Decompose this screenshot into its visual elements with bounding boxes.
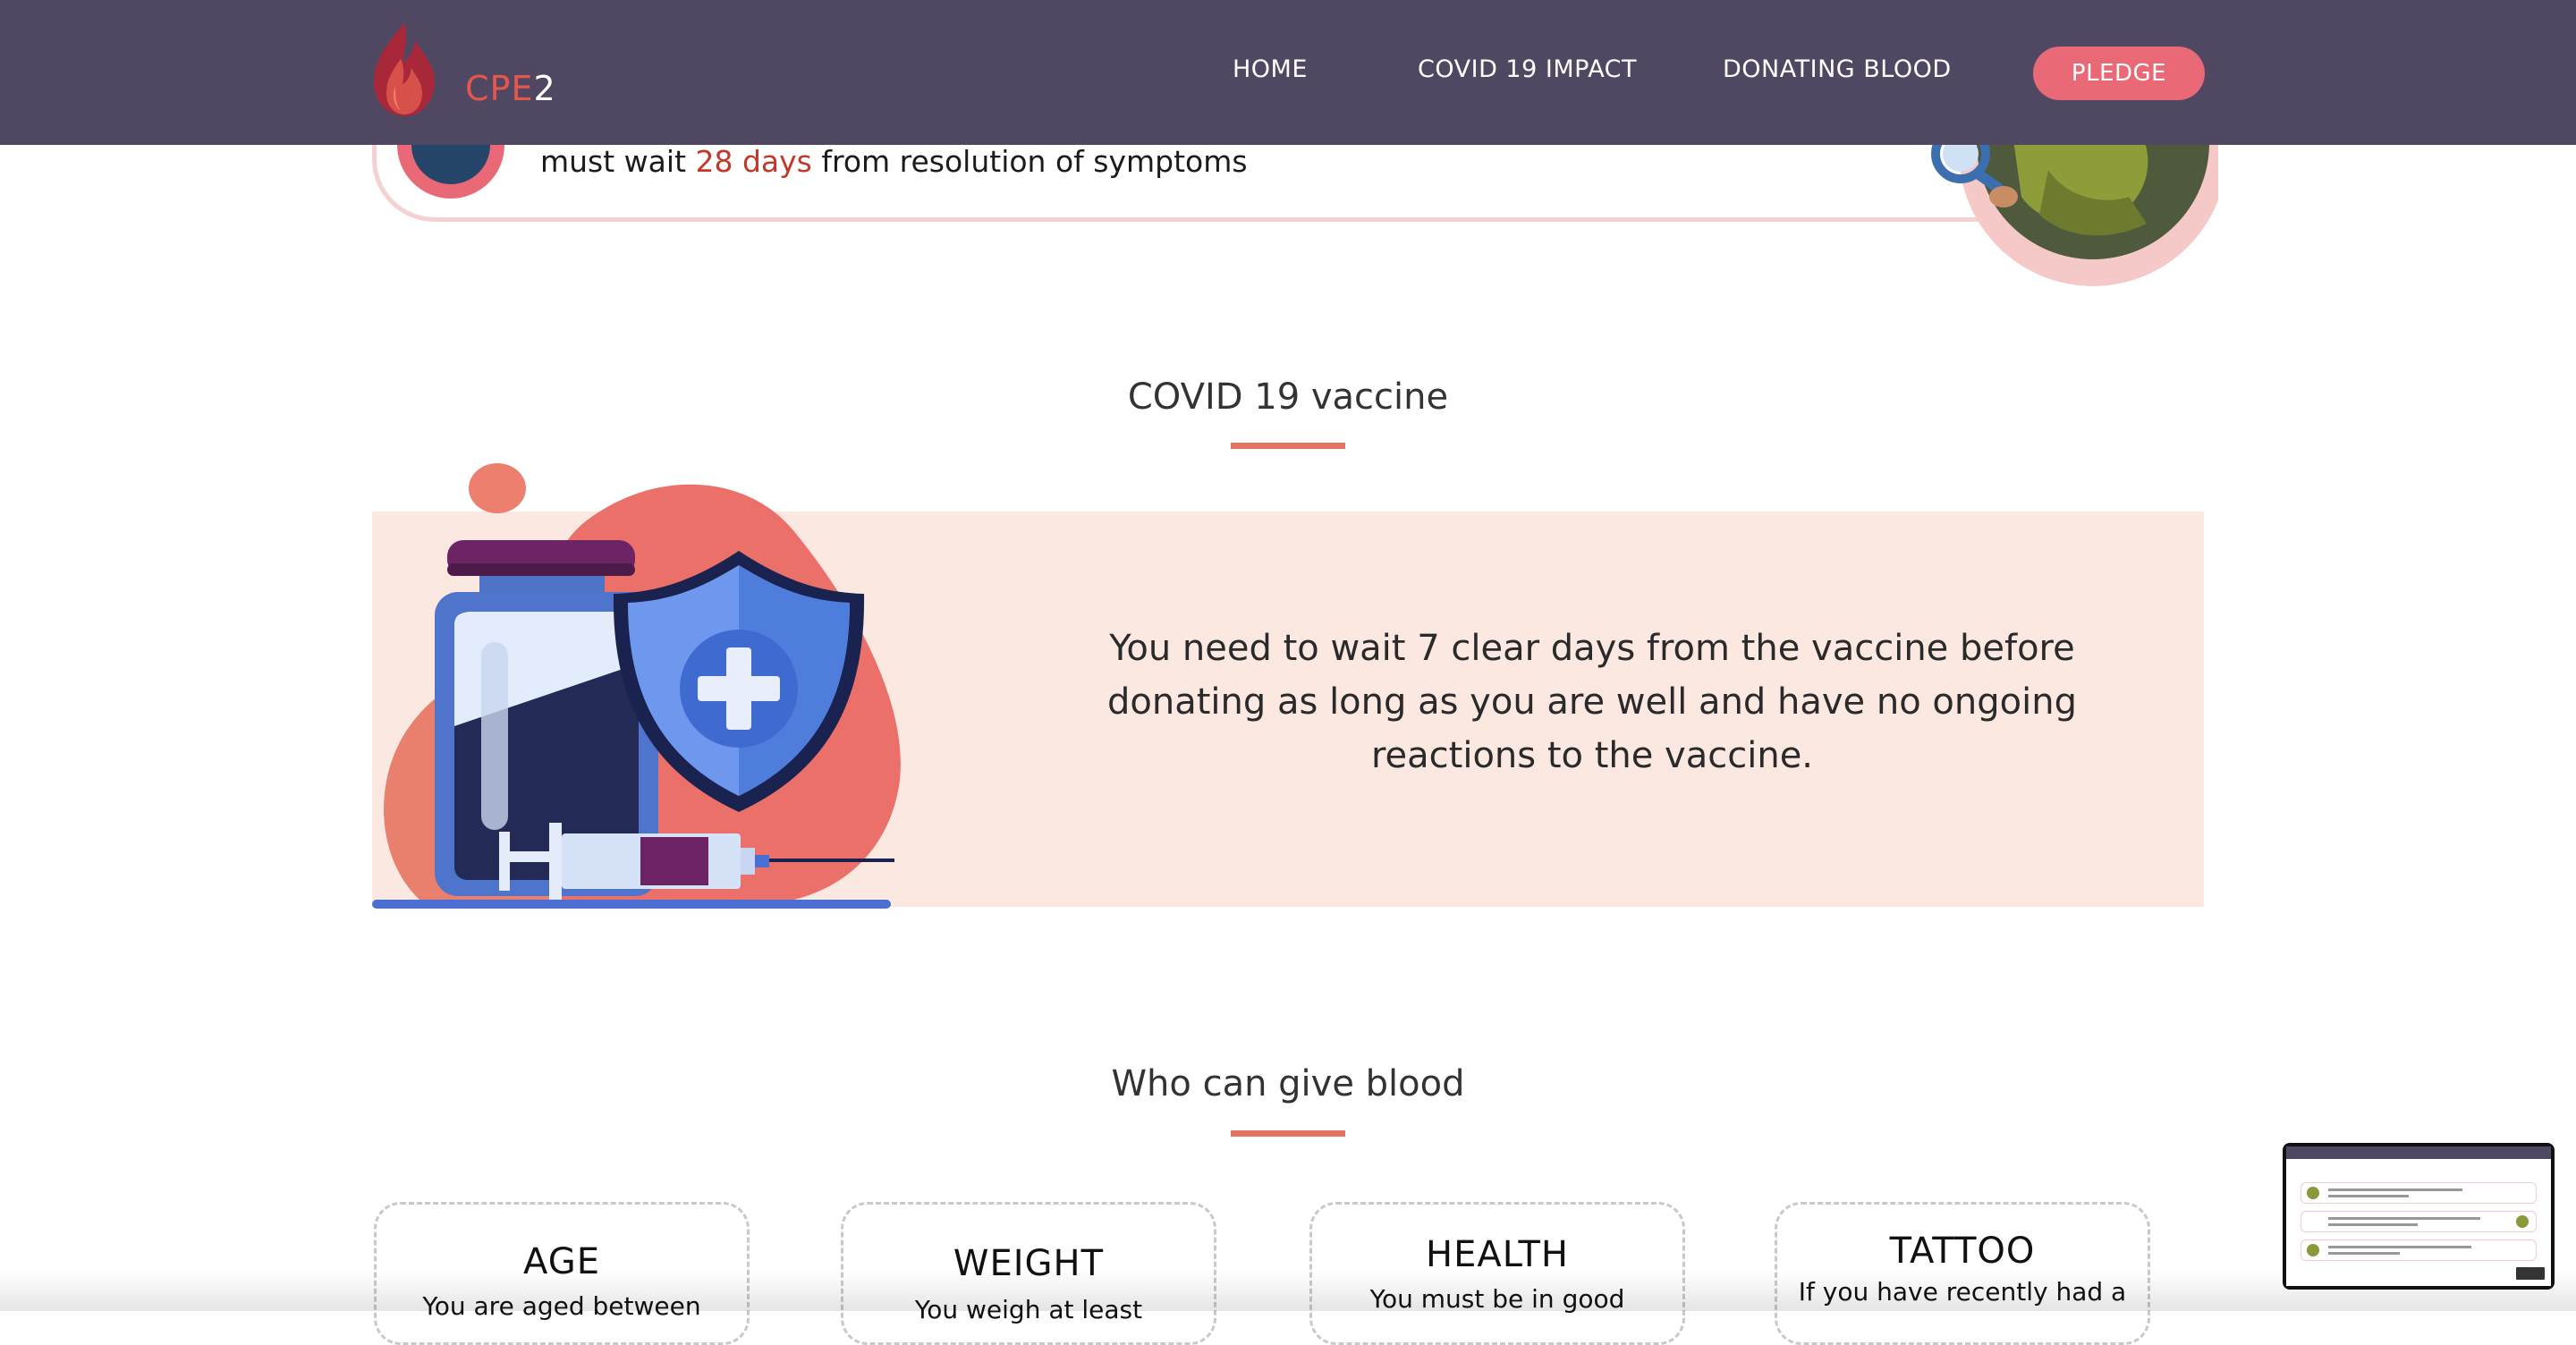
card-weight-text: You weigh at least	[914, 1295, 1143, 1324]
card-weight-title: WEIGHT	[953, 1243, 1105, 1284]
pip-row-dot	[2307, 1244, 2319, 1256]
vaccine-wait-text: You need to wait 7 clear days from the v…	[1107, 628, 2077, 776]
pip-row-dot	[2516, 1215, 2529, 1228]
recovery-days-highlight: 28 days	[695, 144, 812, 179]
pip-row	[2301, 1182, 2537, 1204]
pip-expand-button[interactable]	[2515, 1266, 2546, 1281]
card-health: HEALTH You must be in good	[1309, 1202, 1685, 1345]
pip-row-line	[2328, 1189, 2462, 1191]
pledge-button[interactable]: PLEDGE	[2033, 47, 2205, 100]
nav-donating-blood[interactable]: DONATING BLOOD	[1723, 54, 1952, 86]
vaccine-title-underline	[1231, 443, 1345, 449]
brand-name-part2: 2	[533, 69, 556, 108]
card-weight: WEIGHT You weigh at least	[841, 1202, 1216, 1345]
pip-row-dot	[2307, 1187, 2319, 1199]
pip-row	[2301, 1239, 2537, 1261]
who-title-underline	[1231, 1130, 1345, 1137]
pip-row-line	[2328, 1223, 2418, 1226]
card-age-text: You are aged between	[422, 1291, 701, 1321]
brand-name[interactable]: CPE2	[465, 68, 556, 109]
card-age-title: AGE	[523, 1241, 600, 1282]
pip-row-line	[2328, 1246, 2471, 1248]
pip-row-line	[2328, 1195, 2409, 1197]
pip-header	[2286, 1146, 2551, 1159]
site-header: CPE2 HOME COVID 19 IMPACT DONATING BLOOD…	[0, 0, 2576, 145]
flame-logo-icon[interactable]	[369, 23, 440, 116]
brand-name-part1: CPE	[465, 69, 534, 108]
recovery-text-before: must wait	[540, 144, 696, 179]
recovery-text-after: from resolution of symptoms	[811, 144, 1248, 179]
card-tattoo-title: TATTOO	[1889, 1231, 2036, 1272]
vaccine-section-title: COVID 19 vaccine	[1127, 376, 1449, 418]
nav-home[interactable]: HOME	[1233, 54, 1308, 86]
card-age: AGE You are aged between	[374, 1202, 750, 1345]
nav-covid-impact[interactable]: COVID 19 IMPACT	[1418, 54, 1637, 86]
card-health-title: HEALTH	[1425, 1234, 1569, 1275]
pip-row-line	[2328, 1217, 2480, 1220]
pip-screen	[2286, 1146, 2551, 1286]
recovery-wait-text: must wait 28 days from resolution of sym…	[540, 143, 1248, 181]
pip-row-line	[2328, 1252, 2400, 1255]
picture-in-picture-preview[interactable]	[2283, 1143, 2555, 1290]
card-tattoo: TATTOO If you have recently had a	[1775, 1202, 2150, 1345]
vaccine-bottle-shield-syringe-illustration	[372, 463, 901, 909]
pip-row	[2301, 1211, 2537, 1232]
who-section-title: Who can give blood	[1111, 1063, 1465, 1104]
card-tattoo-text: If you have recently had a	[1798, 1277, 2127, 1307]
